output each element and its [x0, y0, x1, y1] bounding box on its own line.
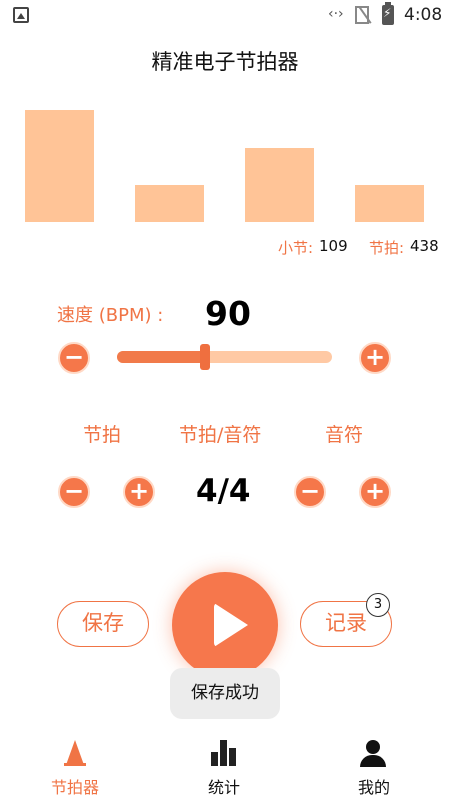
play-button[interactable] [172, 572, 278, 678]
nav-metronome-label: 节拍器 [50, 778, 99, 797]
page-title: 精准电子节拍器 [151, 50, 299, 74]
bpm-slider-fill [117, 351, 207, 363]
bpm-increase-button[interactable]: + [359, 342, 391, 374]
toast-message: 保存成功 [170, 668, 280, 719]
bpm-value: 90 [205, 294, 251, 333]
play-icon [214, 603, 248, 647]
measure-count-label: 小节: [278, 239, 314, 257]
nav-stats-label: 统计 [207, 778, 240, 797]
beat-bar-1 [25, 110, 94, 222]
save-button[interactable]: 保存 [57, 601, 149, 647]
network-status-icon: ‹·› [328, 6, 344, 22]
beat-bar-3 [245, 148, 314, 222]
time-signature: 4/4 [196, 473, 251, 509]
beat-count-label: 节拍: [369, 239, 405, 257]
note-label: 音符 [325, 424, 364, 446]
note-decrease-button[interactable]: − [294, 476, 326, 508]
no-sim-icon [355, 6, 369, 24]
bpm-slider-thumb[interactable] [200, 344, 210, 370]
person-icon-body [360, 755, 386, 767]
beat-bar-4 [355, 185, 424, 222]
battery-charging-icon [382, 2, 394, 25]
beat-bar-2 [135, 185, 204, 222]
metronome-icon [66, 740, 84, 765]
beats-decrease-button[interactable]: − [58, 476, 90, 508]
status-time: 4:08 [404, 5, 443, 25]
beat-count-value: 438 [410, 237, 439, 255]
beats-increase-button[interactable]: + [123, 476, 155, 508]
person-icon [366, 740, 380, 754]
beats-per-note-label: 节拍/音符 [179, 424, 262, 446]
record-count-badge: 3 [366, 593, 390, 617]
nav-me-label: 我的 [357, 778, 390, 797]
metronome-icon-base [64, 763, 86, 766]
beats-label: 节拍 [83, 424, 122, 446]
measure-count-value: 109 [319, 237, 348, 255]
status-bar: ‹·› 4:08 [0, 0, 450, 32]
bpm-decrease-button[interactable]: − [58, 342, 90, 374]
gallery-notification-icon [13, 7, 29, 23]
bpm-label: 速度 (BPM) : [57, 305, 164, 326]
bar-chart-icon [211, 740, 237, 766]
note-increase-button[interactable]: + [359, 476, 391, 508]
